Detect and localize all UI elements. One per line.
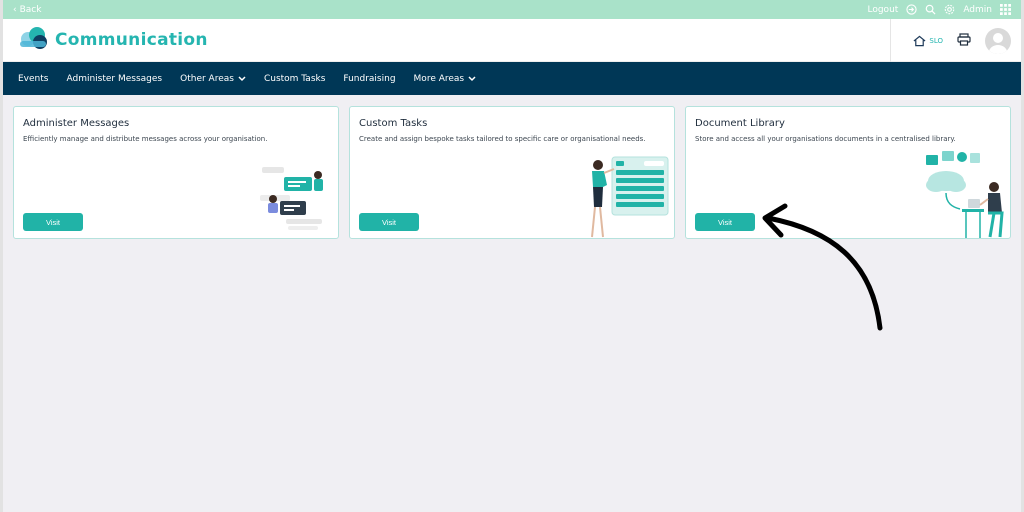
- logout-link[interactable]: Logout: [867, 5, 898, 15]
- user-name[interactable]: Admin: [963, 5, 992, 15]
- chevron-down-icon: [238, 75, 246, 81]
- header-actions: SLO: [890, 19, 1021, 62]
- card-document-library: Document Library Store and access all yo…: [685, 106, 1011, 239]
- page-title: Communication: [55, 30, 208, 50]
- back-link[interactable]: ‹ Back: [13, 5, 41, 15]
- nav-label: Events: [18, 73, 49, 84]
- nav-item-more-areas[interactable]: More Areas: [414, 74, 477, 84]
- document-cloud-illustration: [926, 151, 1004, 238]
- logout-icon[interactable]: [906, 4, 917, 15]
- top-bar: ‹ Back Logout Admin: [3, 0, 1021, 19]
- card-administer-messages: Administer Messages Efficiently manage a…: [13, 106, 339, 239]
- home-link[interactable]: SLO: [913, 35, 943, 47]
- nav-label: Administer Messages: [66, 73, 163, 84]
- nav-label: Custom Tasks: [263, 73, 326, 84]
- chevron-down-icon: [468, 75, 476, 81]
- back-label: Back: [19, 4, 42, 15]
- card-description: Efficiently manage and distribute messag…: [23, 135, 268, 143]
- messaging-illustration: [260, 167, 323, 230]
- nav-item-administer-messages[interactable]: Administer Messages: [66, 74, 162, 84]
- gear-icon[interactable]: [944, 4, 955, 15]
- logo-icon: [17, 25, 49, 55]
- nav-label: Other Areas: [180, 73, 234, 84]
- visit-button[interactable]: Visit: [23, 213, 83, 231]
- card-title: Custom Tasks: [359, 118, 428, 129]
- home-icon: [913, 35, 926, 46]
- nav-item-fundraising[interactable]: Fundraising: [343, 74, 395, 84]
- card-custom-tasks: Custom Tasks Create and assign bespoke t…: [349, 106, 675, 239]
- nav-label: More Areas: [413, 73, 465, 84]
- nav-item-other-areas[interactable]: Other Areas: [180, 74, 246, 84]
- card-description: Create and assign bespoke tasks tailored…: [359, 135, 646, 143]
- grid-icon[interactable]: [1000, 4, 1011, 15]
- avatar[interactable]: [985, 27, 1011, 54]
- printer-icon[interactable]: [957, 31, 971, 50]
- chevron-left-icon: ‹: [13, 4, 17, 15]
- app-header: Communication SLO: [3, 19, 1021, 62]
- search-icon[interactable]: [925, 4, 936, 15]
- main-nav: Events Administer Messages Other Areas C…: [3, 62, 1021, 95]
- visit-button[interactable]: Visit: [695, 213, 755, 231]
- task-board-illustration: [591, 156, 669, 238]
- nav-item-custom-tasks[interactable]: Custom Tasks: [264, 74, 325, 84]
- card-title: Administer Messages: [23, 118, 130, 129]
- card-description: Store and access all your organisations …: [695, 135, 956, 143]
- card-title: Document Library: [695, 118, 785, 129]
- visit-button[interactable]: Visit: [359, 213, 419, 231]
- main-content: Administer Messages Efficiently manage a…: [3, 95, 1021, 512]
- nav-item-events[interactable]: Events: [18, 74, 48, 84]
- brand[interactable]: Communication: [17, 25, 208, 55]
- home-label: SLO: [929, 36, 943, 45]
- nav-label: Fundraising: [343, 73, 396, 84]
